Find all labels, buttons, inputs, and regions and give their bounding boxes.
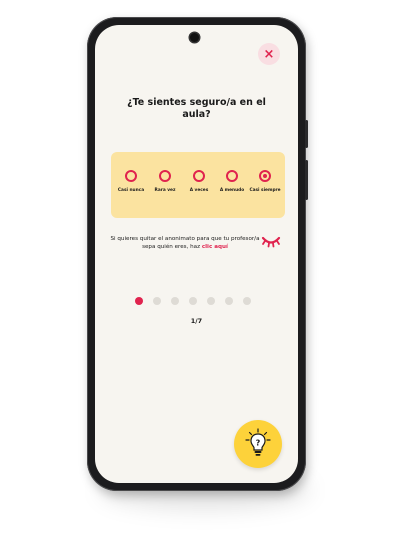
anonymity-text: Si quieres quitar el anonimato para que … [110, 236, 260, 251]
volume-button [305, 120, 308, 148]
option-label: A veces [189, 188, 209, 193]
closed-eye-icon[interactable] [261, 236, 281, 248]
option-a-veces[interactable]: A veces [182, 170, 216, 193]
progress-counter: 1/7 [190, 317, 203, 325]
anonymity-link[interactable]: clic aquí [202, 244, 228, 250]
anonymity-message: Si quieres quitar el anonimato para que … [109, 235, 261, 251]
progress-dot [153, 297, 161, 305]
progress-dot [225, 297, 233, 305]
app-screen: × ¿Te sientes seguro/a en el aula? Casi … [95, 25, 298, 483]
progress-dot [189, 297, 197, 305]
option-rara-vez[interactable]: Rara vez [148, 170, 182, 193]
option-label: Rara vez [154, 188, 176, 193]
radio-button[interactable] [226, 170, 238, 182]
progress-dot [243, 297, 251, 305]
radio-button-selected[interactable] [259, 170, 271, 182]
progress-dot-active [135, 297, 143, 305]
option-label: A menudo [219, 188, 245, 193]
close-button[interactable]: × [258, 43, 280, 65]
help-button[interactable]: ? [234, 420, 282, 468]
option-a-menudo[interactable]: A menudo [215, 170, 249, 193]
question-title: ¿Te sientes seguro/a en el aula? [127, 97, 266, 120]
radio-button[interactable] [125, 170, 137, 182]
power-button [305, 160, 308, 200]
progress-dot [207, 297, 215, 305]
close-icon: × [263, 46, 275, 62]
progress-dots [135, 297, 251, 305]
radio-button[interactable] [159, 170, 171, 182]
frequency-scale: Casi nunca Rara vez A veces A menudo Cas… [111, 152, 285, 218]
front-camera [190, 33, 199, 42]
lightbulb-question-icon: ? [245, 428, 271, 456]
option-casi-nunca[interactable]: Casi nunca [114, 170, 148, 193]
option-label: Casi siempre [249, 188, 281, 193]
option-casi-siempre[interactable]: Casi siempre [248, 170, 282, 193]
progress-dot [171, 297, 179, 305]
help-glyph: ? [256, 439, 261, 448]
option-label: Casi nunca [117, 188, 145, 193]
radio-button[interactable] [193, 170, 205, 182]
